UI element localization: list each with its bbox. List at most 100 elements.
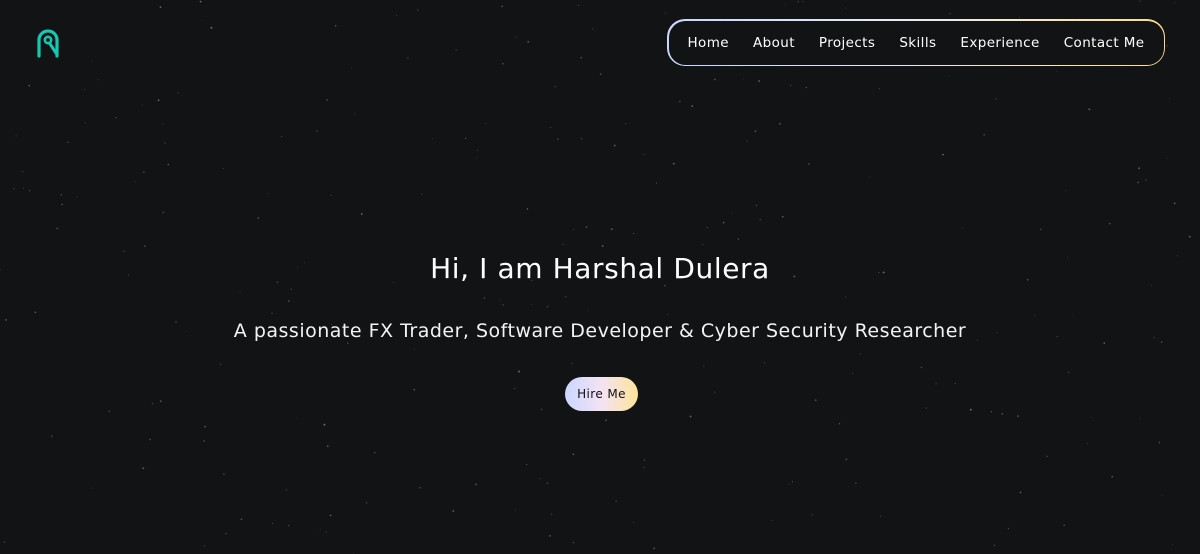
- star-dot: [502, 62, 504, 65]
- star-dot: [476, 149, 479, 151]
- star-dot: [60, 194, 62, 196]
- star-dot: [771, 519, 773, 521]
- star-dot: [1188, 235, 1191, 238]
- star-dot: [855, 482, 857, 484]
- star-dot: [1169, 98, 1170, 99]
- star-dot: [134, 181, 136, 183]
- star-dot: [948, 75, 950, 77]
- hero-subtitle: A passionate FX Trader, Software Develop…: [233, 320, 967, 342]
- star-dot: [838, 423, 841, 425]
- star-dot: [633, 233, 635, 234]
- star-dot: [763, 362, 765, 364]
- star-dot: [571, 362, 573, 365]
- star-dot: [656, 182, 657, 184]
- star-dot: [573, 229, 575, 231]
- star-dot: [239, 291, 241, 293]
- star-dot: [1034, 314, 1036, 317]
- star-dot: [501, 5, 503, 8]
- star-dot: [220, 363, 222, 365]
- star-dot: [149, 438, 152, 441]
- star-dot: [76, 196, 78, 198]
- star-dot: [1166, 157, 1168, 159]
- star-dot: [722, 221, 725, 224]
- star-dot: [754, 130, 757, 133]
- star-dot: [417, 9, 419, 11]
- star-dot: [564, 295, 567, 298]
- star-dot: [599, 73, 602, 76]
- star-dot: [541, 408, 543, 410]
- star-dot: [514, 509, 516, 511]
- star-dot: [758, 80, 761, 83]
- nav-item-projects[interactable]: Projects: [819, 35, 875, 51]
- star-dot: [1088, 108, 1091, 111]
- nav-item-skills[interactable]: Skills: [899, 35, 936, 51]
- star-dot: [592, 28, 594, 30]
- star-dot: [143, 171, 145, 173]
- star-dot: [539, 477, 541, 480]
- star-dot: [326, 445, 329, 448]
- star-dot: [354, 113, 356, 115]
- star-dot: [601, 245, 604, 247]
- star-dot: [1171, 544, 1174, 546]
- star-dot: [746, 140, 748, 142]
- star-dot: [702, 243, 704, 245]
- star-dot: [526, 208, 529, 210]
- nav-item-about[interactable]: About: [753, 35, 795, 51]
- star-dot: [678, 100, 681, 103]
- star-dot: [653, 547, 655, 550]
- star-dot: [502, 304, 504, 306]
- star-dot: [431, 138, 433, 140]
- star-dot: [615, 500, 618, 503]
- star-dot: [84, 89, 86, 90]
- star-dot: [419, 486, 421, 489]
- star-dot: [546, 305, 549, 308]
- star-dot: [280, 135, 283, 138]
- star-dot: [1046, 455, 1048, 457]
- star-dot: [518, 370, 520, 373]
- star-dot: [351, 68, 353, 69]
- star-dot: [562, 243, 564, 245]
- star-dot: [1103, 342, 1106, 344]
- star-dot: [1019, 16, 1021, 18]
- star-dot: [157, 99, 160, 102]
- star-dot: [365, 502, 368, 504]
- star-dot: [1063, 524, 1065, 526]
- star-dot: [1019, 491, 1022, 494]
- star-dot: [67, 141, 69, 143]
- star-dot: [691, 105, 694, 107]
- star-dot: [325, 531, 327, 533]
- star-dot: [483, 297, 486, 299]
- star-dot: [352, 552, 354, 554]
- star-dot: [115, 116, 117, 119]
- star-dot: [28, 84, 31, 87]
- star-dot: [108, 410, 111, 413]
- star-dot: [143, 245, 146, 248]
- nav-bar: Home About Projects Skills Experience Co…: [668, 20, 1164, 65]
- star-dot: [869, 176, 871, 178]
- star-dot: [199, 0, 202, 3]
- hire-me-button[interactable]: Hire Me: [565, 377, 638, 411]
- nav-item-experience[interactable]: Experience: [960, 35, 1039, 51]
- star-dot: [844, 296, 846, 298]
- star-dot: [3, 541, 6, 543]
- star-dot: [942, 153, 944, 156]
- star-dot: [465, 137, 467, 139]
- nav-item-contact-me[interactable]: Contact Me: [1064, 35, 1145, 51]
- star-dot: [271, 312, 273, 315]
- nav-item-home[interactable]: Home: [688, 35, 729, 51]
- star-dot: [84, 122, 86, 124]
- hero-title: Hi, I am Harshal Dulera: [430, 252, 770, 285]
- star-dot: [1017, 415, 1019, 417]
- star-dot: [267, 193, 269, 195]
- star-dot: [1161, 494, 1163, 496]
- star-dot: [223, 167, 225, 169]
- brand-logo-icon[interactable]: [34, 28, 62, 58]
- star-dot: [162, 123, 164, 125]
- star-dot: [531, 303, 533, 305]
- star-dot: [962, 227, 964, 229]
- star-dot: [97, 79, 99, 81]
- star-dot: [167, 163, 170, 166]
- star-dot: [613, 144, 616, 147]
- star-dot: [737, 238, 739, 240]
- star-dot: [287, 300, 290, 302]
